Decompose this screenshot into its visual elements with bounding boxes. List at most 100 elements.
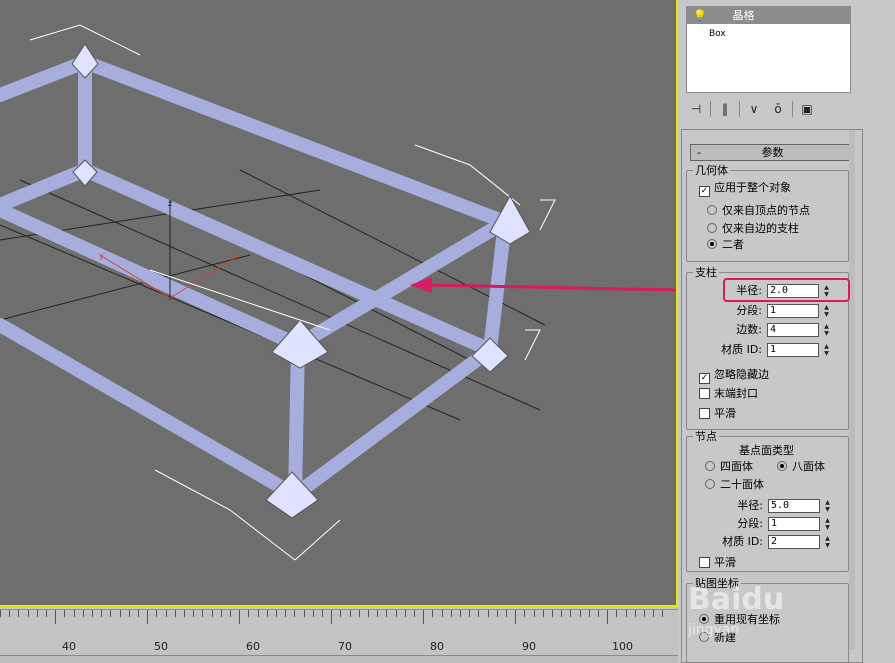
make-unique-icon[interactable]: ∨ [744, 100, 764, 118]
joint-segments-field[interactable]: 1 [768, 517, 820, 531]
joint-radius-field[interactable]: 5.0 [768, 499, 820, 513]
ruler-tick [322, 610, 323, 617]
stack-item-box[interactable]: Box [687, 24, 850, 41]
ruler-tick [561, 610, 562, 617]
ruler-tick [193, 610, 194, 617]
modifier-stack[interactable]: 💡 晶格 Box [686, 6, 851, 93]
ruler-tick [396, 610, 397, 617]
ruler-tick [156, 610, 157, 617]
ruler-label-100: 100 [612, 640, 633, 653]
joint-smooth-checkbox[interactable]: 平滑 [699, 555, 736, 571]
ruler-tick [313, 610, 314, 617]
timeline-ruler[interactable]: 40 50 60 70 80 90 100 [0, 609, 678, 655]
ruler-tick [626, 610, 627, 617]
checkbox-unchecked [699, 557, 710, 568]
strut-sides-field[interactable]: 4 [767, 323, 819, 337]
joint-segments-spinner[interactable]: ▲ ▼ [822, 517, 833, 531]
ruler-tick [129, 610, 130, 617]
ruler-label-90: 90 [522, 640, 536, 653]
checkbox-label: 应用于整个对象 [714, 181, 791, 194]
checkbox-unchecked [699, 388, 710, 399]
ruler-tick [101, 610, 102, 617]
radius-highlight-box [723, 278, 850, 302]
radio-on [777, 461, 787, 471]
lightbulb-icon[interactable]: 💡 [693, 7, 707, 24]
ruler-tick [0, 610, 1, 617]
ruler-tick [138, 610, 139, 617]
ruler-tick [497, 610, 498, 617]
ruler-tick [37, 610, 38, 617]
ruler-tick [294, 610, 295, 617]
strut-segments-field[interactable]: 1 [767, 304, 819, 318]
ignore-hidden-edges-checkbox[interactable]: ✓ 忽略隐藏边 [699, 367, 769, 384]
base-type-label: 基点面类型 [739, 444, 794, 457]
ruler-tick [304, 610, 305, 617]
pin-stack-icon[interactable]: ⊣ [686, 100, 706, 118]
checkbox-checked: ✓ [699, 186, 710, 197]
watermark-sub: jingyan [688, 622, 740, 638]
radio-on [707, 239, 717, 249]
axis-x-label: x [232, 251, 237, 260]
ruler-tick [46, 610, 47, 617]
option-both[interactable]: 二者 [707, 237, 744, 253]
ruler-tick [653, 610, 654, 617]
ruler-tick [9, 610, 10, 617]
ruler-label-70: 70 [338, 640, 352, 653]
ruler-tick [350, 610, 351, 617]
joint-material-id-field[interactable]: 2 [768, 535, 820, 549]
option-struts-only[interactable]: 仅来自边的支柱 [707, 221, 799, 237]
ruler-tick [368, 610, 369, 617]
ruler-tick [386, 610, 387, 617]
radio-label: 仅来自边的支柱 [722, 222, 799, 235]
strut-segments-spinner[interactable]: ▲ ▼ [821, 304, 832, 318]
panel-scrollbar[interactable] [849, 130, 855, 650]
joint-material-id-label: 材质 ID: [722, 535, 763, 548]
ruler-tick [469, 610, 470, 617]
end-caps-checkbox[interactable]: 末端封口 [699, 386, 758, 402]
ruler-tick [589, 610, 590, 617]
ruler-tick [202, 610, 203, 617]
ruler-label-50: 50 [154, 640, 168, 653]
strut-smooth-checkbox[interactable]: 平滑 [699, 406, 736, 422]
joint-type-tetra[interactable]: 四面体 [705, 459, 753, 475]
ruler-tick [120, 610, 121, 617]
strut-material-id-spinner[interactable]: ▲ ▼ [821, 343, 832, 357]
radio-off [705, 479, 715, 489]
show-end-result-icon[interactable]: ‖ [715, 100, 735, 118]
apply-whole-object-checkbox[interactable]: ✓ 应用于整个对象 [699, 180, 791, 197]
ruler-label-40: 40 [62, 640, 76, 653]
strut-material-id-label: 材质 ID: [721, 343, 762, 356]
geometry-group: 几何体 ✓ 应用于整个对象 仅来自顶点的节点 仅来自边的支柱 二者 [686, 164, 849, 262]
divider [710, 101, 711, 117]
joint-type-icosa[interactable]: 二十面体 [705, 477, 764, 493]
radio-label: 八面体 [792, 460, 825, 473]
radio-off [707, 223, 717, 233]
ruler-tick [506, 610, 507, 617]
group-title: 支柱 [693, 266, 719, 279]
rollout-header[interactable]: - 参数 [690, 144, 855, 161]
stack-item-lattice[interactable]: 💡 晶格 [687, 7, 850, 24]
option-nodes-only[interactable]: 仅来自顶点的节点 [707, 203, 810, 219]
ruler-tick [175, 610, 176, 617]
lattice-scene: z x y [0, 24, 676, 561]
remove-modifier-icon[interactable]: ō [768, 100, 788, 118]
strut-sides-spinner[interactable]: ▲ ▼ [821, 323, 832, 337]
ruler-tick [534, 610, 535, 617]
group-title: 节点 [693, 430, 719, 443]
joint-radius-spinner[interactable]: ▲ ▼ [822, 499, 833, 513]
ruler-tick [221, 610, 222, 617]
ruler-tick [64, 610, 65, 617]
ruler-tick [74, 610, 75, 617]
viewport-perspective[interactable]: z x y [0, 0, 678, 607]
ruler-tick [607, 610, 608, 624]
joint-type-octa[interactable]: 八面体 [777, 459, 825, 475]
strut-sides-label: 边数: [736, 323, 762, 336]
ruler-tick [644, 610, 645, 617]
checkbox-label: 末端封口 [714, 387, 758, 400]
strut-material-id-field[interactable]: 1 [767, 343, 819, 357]
configure-sets-icon[interactable]: ▣ [797, 100, 817, 118]
command-panel: 💡 晶格 Box ⊣ ‖ ∨ ō ▣ - 参数 几何体 ✓ 应用于整个对象 仅来自… [678, 0, 895, 663]
ruler-tick [230, 610, 231, 617]
joint-material-id-spinner[interactable]: ▲ ▼ [822, 535, 833, 549]
radio-off [705, 461, 715, 471]
